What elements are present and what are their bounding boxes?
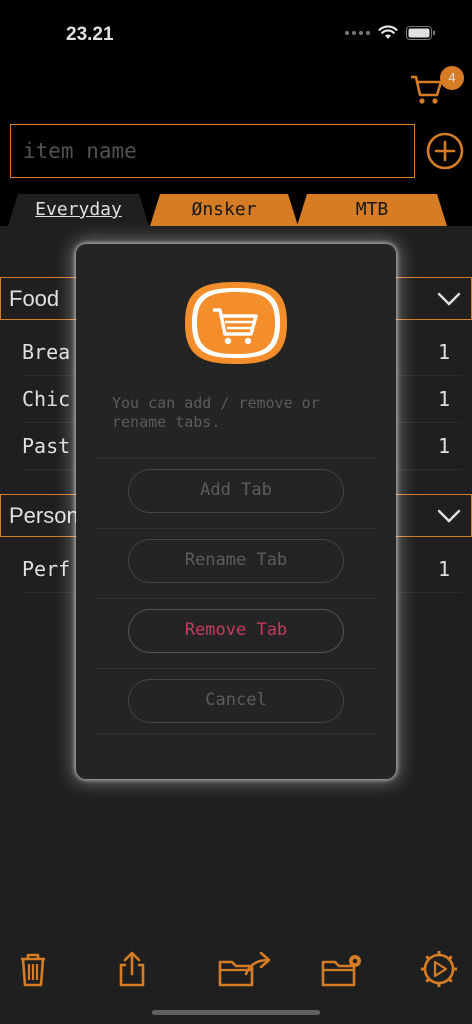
divider xyxy=(96,668,376,669)
remove-tab-button[interactable]: Remove Tab xyxy=(128,609,344,653)
divider xyxy=(96,733,376,734)
cancel-button[interactable]: Cancel xyxy=(128,679,344,723)
divider xyxy=(96,458,376,459)
cart-app-icon xyxy=(185,282,287,364)
divider xyxy=(96,528,376,529)
tab-options-dialog: You can add / remove or rename tabs. Add… xyxy=(76,244,396,779)
divider xyxy=(96,598,376,599)
rename-tab-button[interactable]: Rename Tab xyxy=(128,539,344,583)
add-tab-button[interactable]: Add Tab xyxy=(128,469,344,513)
dialog-message: You can add / remove or rename tabs. xyxy=(112,394,320,431)
